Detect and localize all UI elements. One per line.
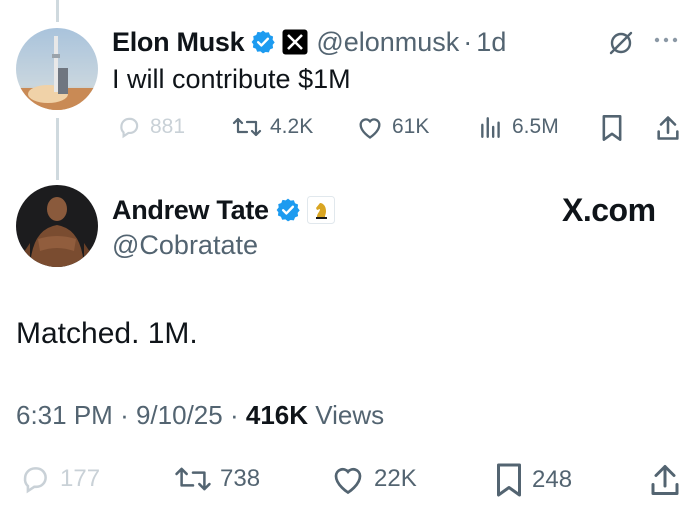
x-com-watermark: X.com [562, 192, 656, 228]
retweet-count: 738 [220, 465, 261, 492]
separator: · [120, 400, 129, 430]
retweet-count: 4.2K [270, 115, 314, 138]
like-button[interactable]: 61K [356, 114, 429, 140]
grok-icon[interactable] [606, 28, 636, 63]
author-handle[interactable]: @elonmusk [316, 27, 459, 58]
bookmark-count: 248 [532, 466, 573, 493]
views-icon [481, 117, 500, 138]
share-icon [657, 116, 679, 140]
retweet-button[interactable]: 4.2K [232, 114, 313, 140]
retweet-icon [175, 467, 211, 491]
like-icon [359, 118, 381, 139]
tate-header: Andrew Tate [112, 192, 335, 228]
tweet-meta: 6:31 PM · 9/10/25 · 416K Views [16, 400, 384, 431]
tate-avatar[interactable] [16, 185, 98, 267]
separator: · [463, 26, 473, 57]
verified-badge-icon [275, 197, 301, 223]
author-name[interactable]: Andrew Tate [112, 195, 269, 226]
retweet-button[interactable]: 738 [174, 462, 260, 496]
x-logo-badge-icon [282, 29, 308, 55]
views-button[interactable]: 6.5M [478, 114, 559, 140]
separator: · [229, 400, 239, 430]
reply-count: 881 [150, 115, 186, 138]
reply-button[interactable]: 177 [18, 462, 100, 496]
more-icon[interactable] [652, 30, 680, 55]
bookmark-button[interactable] [600, 114, 632, 142]
bookmark-icon [497, 463, 521, 497]
reply-text: I will contribute $1M [112, 64, 351, 94]
main-action-bar: 177 738 22K 248 [0, 458, 700, 502]
share-button[interactable] [656, 114, 688, 142]
reply-button[interactable]: 881 [116, 114, 185, 140]
like-count: 22K [374, 465, 417, 492]
author-handle[interactable]: @Cobratate [112, 230, 258, 261]
bookmark-button[interactable]: 248 [494, 462, 572, 498]
knight-badge-icon [306, 196, 335, 224]
views-label: Views [315, 400, 385, 430]
main-tweet-text: Matched. 1M. [16, 317, 198, 350]
verified-badge-icon [250, 29, 276, 55]
retweet-icon [232, 117, 262, 137]
reply-icon [120, 117, 139, 139]
reply-count: 177 [60, 465, 101, 492]
thread-line-connector [56, 118, 59, 180]
share-button[interactable] [650, 462, 688, 498]
thread-line-top [56, 0, 59, 22]
share-icon [651, 465, 679, 495]
like-icon [334, 467, 362, 495]
tweet-time[interactable]: 6:31 PM [16, 400, 113, 430]
elon-avatar[interactable] [16, 28, 98, 110]
views-count: 6.5M [512, 115, 559, 138]
like-button[interactable]: 22K [330, 462, 417, 496]
bookmark-icon [602, 115, 622, 141]
tweet-date[interactable]: 9/10/25 [136, 400, 223, 430]
time-ago[interactable]: 1d [476, 27, 506, 58]
author-name[interactable]: Elon Musk [112, 27, 245, 58]
views-count: 416K [245, 400, 309, 430]
elon-header: Elon Musk @elonmusk · 1d [112, 24, 506, 60]
like-count: 61K [392, 115, 430, 138]
reply-icon [23, 467, 47, 494]
